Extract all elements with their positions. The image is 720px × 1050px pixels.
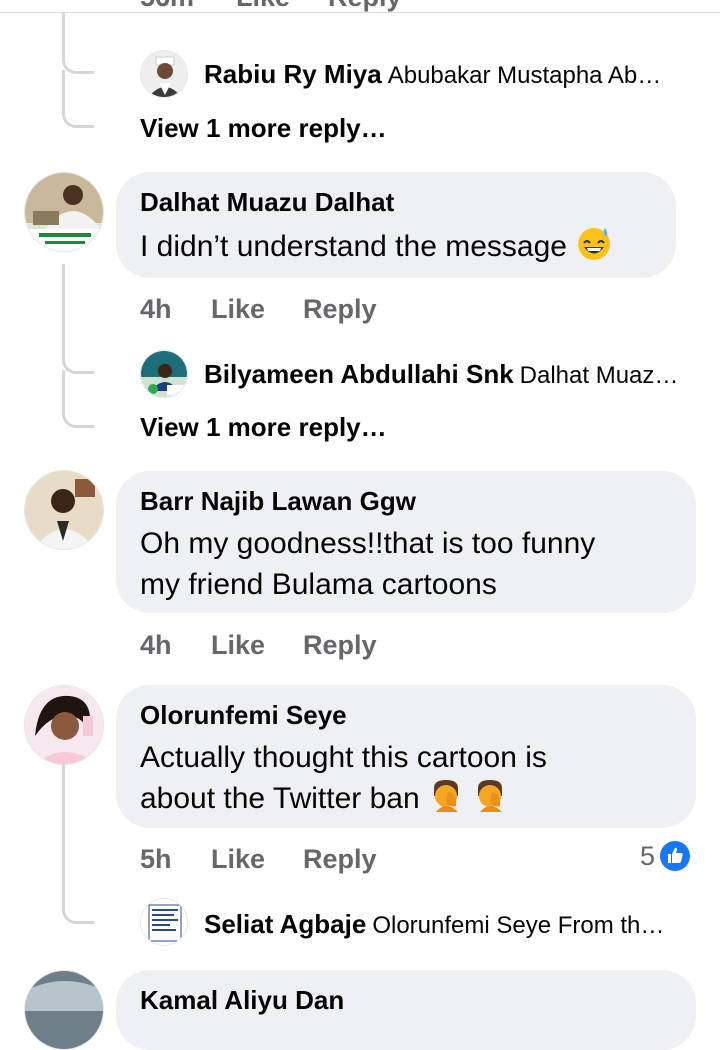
comment-bubble[interactable]: Barr Najib Lawan Ggw Oh my goodness!!tha… <box>116 471 696 613</box>
reply-button[interactable]: Reply <box>303 630 377 661</box>
reply-author[interactable]: Seliat Agbaje <box>204 909 366 939</box>
comment-author[interactable]: Dalhat Muazu Dalhat <box>140 186 652 218</box>
reply-preview[interactable]: Bilyameen Abdullahi Snk Dalhat Muaz… <box>204 354 694 394</box>
reaction-count-number: 5 <box>640 840 656 871</box>
like-button[interactable]: Like <box>211 294 265 325</box>
comment-bubble[interactable]: Olorunfemi Seye Actually thought this ca… <box>116 685 696 828</box>
avatar[interactable] <box>24 172 104 252</box>
like-button[interactable]: Like <box>211 844 265 875</box>
comment-author[interactable]: Kamal Aliyu Dan <box>140 984 672 1016</box>
view-more-replies-link[interactable]: View 1 more reply… <box>140 113 387 144</box>
top-reply-button[interactable]: Reply <box>328 0 402 13</box>
person-avatar-icon <box>25 686 103 764</box>
like-button[interactable]: Like <box>211 630 265 661</box>
reaction-count[interactable]: 5 <box>640 840 691 872</box>
person-avatar-icon <box>25 471 103 549</box>
reply-author[interactable]: Bilyameen Abdullahi Snk <box>204 359 514 389</box>
view-more-replies-link[interactable]: View 1 more reply… <box>140 412 387 443</box>
like-reaction-icon <box>660 841 691 871</box>
thread-elbow <box>62 330 94 374</box>
comment-text-line: Actually thought this cartoon is <box>140 741 547 774</box>
avatar[interactable] <box>140 50 188 98</box>
person-avatar-icon <box>141 351 187 397</box>
reply-snippet: Dalhat Muaz… <box>519 362 679 389</box>
avatar[interactable] <box>24 970 104 1050</box>
thread-elbow <box>62 40 94 74</box>
thread-elbow <box>62 370 94 428</box>
avatar[interactable] <box>140 898 188 946</box>
thread-line <box>62 762 65 872</box>
person-avatar-icon <box>141 51 187 97</box>
person-avatar-icon <box>25 971 103 1049</box>
comment-bubble[interactable]: Kamal Aliyu Dan <box>116 970 696 1050</box>
facepalm-emoji-icon <box>478 780 503 812</box>
top-like-button[interactable]: Like <box>236 0 290 13</box>
avatar[interactable] <box>140 350 188 398</box>
thread-elbow <box>62 70 94 128</box>
comment-time[interactable]: 4h <box>140 630 172 661</box>
reply-button[interactable]: Reply <box>303 844 377 875</box>
comment-text-line: Oh my goodness!!that is too funny <box>140 527 596 560</box>
comment-bubble[interactable]: Dalhat Muazu Dalhat I didn’t understand … <box>116 172 676 278</box>
top-time: 56m <box>140 0 194 13</box>
comment-text-line2: about the Twitter ban <box>140 778 672 819</box>
facepalm-emoji-icon <box>433 780 458 812</box>
reply-preview[interactable]: Rabiu Ry Miya Abubakar Mustapha Ab… <box>204 54 694 94</box>
person-avatar-icon <box>25 173 103 251</box>
avatar[interactable] <box>24 685 104 765</box>
avatar[interactable] <box>24 470 104 550</box>
comment-text: I didn’t understand the message <box>140 224 652 267</box>
document-avatar-icon <box>141 899 187 945</box>
reply-author[interactable]: Rabiu Ry Miya <box>204 59 382 89</box>
reply-snippet: Olorunfemi Seye From th… <box>372 912 665 939</box>
comment-text-body: about the Twitter ban <box>140 782 420 815</box>
thread-elbow <box>62 870 94 924</box>
comment-text-line: my friend Bulama cartoons <box>140 568 497 601</box>
reply-snippet: Abubakar Mustapha Ab… <box>387 62 662 89</box>
comment-author[interactable]: Barr Najib Lawan Ggw <box>140 485 672 517</box>
reply-preview[interactable]: Seliat Agbaje Olorunfemi Seye From th… <box>204 904 694 944</box>
reply-button[interactable]: Reply <box>303 294 377 325</box>
comment-time[interactable]: 5h <box>140 844 172 875</box>
comment-author[interactable]: Olorunfemi Seye <box>140 699 672 731</box>
comment-time[interactable]: 4h <box>140 294 172 325</box>
grinning-sweat-emoji-icon <box>578 228 611 260</box>
comment-text-body: I didn’t understand the message <box>140 230 567 263</box>
